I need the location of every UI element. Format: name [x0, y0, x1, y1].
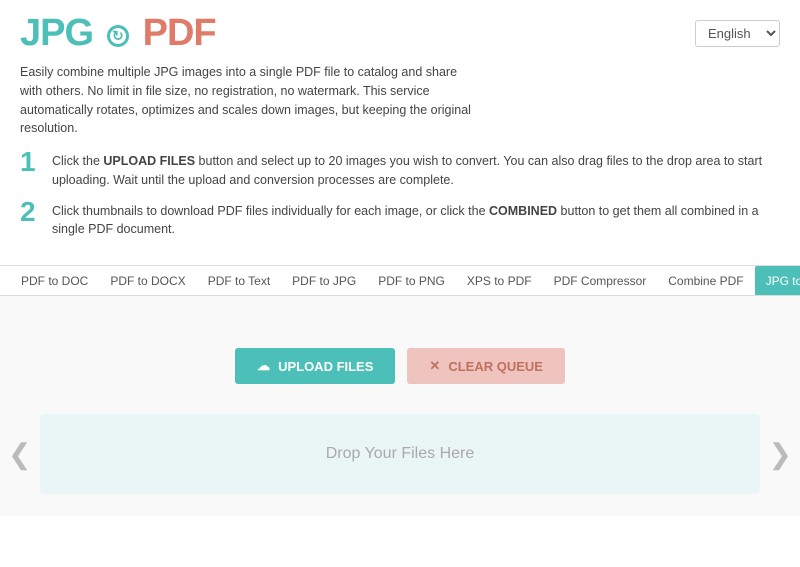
- step-2-number: 2: [20, 198, 40, 226]
- step-2: 2 Click thumbnails to download PDF files…: [20, 198, 780, 240]
- logo: JPG PDF: [20, 12, 216, 55]
- drop-zone-wrapper: ❮ Drop Your Files Here ❯: [40, 414, 760, 494]
- upload-label: UPLOAD FILES: [278, 359, 373, 374]
- logo-to: [97, 20, 139, 52]
- step-1-number: 1: [20, 148, 40, 176]
- tab-jpg-to-pdf[interactable]: JPG to PDF: [755, 266, 800, 295]
- header: JPG PDF English Spanish French German: [0, 0, 800, 63]
- description-text: Easily combine multiple JPG images into …: [20, 65, 471, 135]
- tab-combine-pdf[interactable]: Combine PDF: [657, 266, 754, 295]
- tab-xps-to-pdf[interactable]: XPS to PDF: [456, 266, 543, 295]
- convert-icon: [107, 25, 129, 47]
- clear-queue-button[interactable]: ✕ CLEAR QUEUE: [407, 348, 565, 384]
- tab-pdf-compressor[interactable]: PDF Compressor: [543, 266, 658, 295]
- description: Easily combine multiple JPG images into …: [0, 63, 500, 148]
- scroll-left-arrow[interactable]: ❮: [8, 438, 31, 471]
- step-2-text: Click thumbnails to download PDF files i…: [52, 198, 780, 240]
- upload-icon: ☁: [257, 358, 270, 374]
- steps: 1 Click the UPLOAD FILES button and sele…: [0, 148, 800, 257]
- step-1: 1 Click the UPLOAD FILES button and sele…: [20, 148, 780, 190]
- drop-zone-text: Drop Your Files Here: [326, 445, 475, 463]
- tabs-bar: PDF to DOC PDF to DOCX PDF to Text PDF t…: [0, 265, 800, 296]
- tab-pdf-to-doc[interactable]: PDF to DOC: [10, 266, 99, 295]
- tab-pdf-to-text[interactable]: PDF to Text: [197, 266, 281, 295]
- step-1-bold: UPLOAD FILES: [103, 154, 195, 168]
- tab-pdf-to-jpg[interactable]: PDF to JPG: [281, 266, 367, 295]
- step-1-text: Click the UPLOAD FILES button and select…: [52, 148, 780, 190]
- main-area: ☁ UPLOAD FILES ✕ CLEAR QUEUE ❮ Drop Your…: [0, 296, 800, 516]
- logo-pdf: PDF: [143, 12, 216, 55]
- clear-label: CLEAR QUEUE: [448, 359, 543, 374]
- step-2-bold: COMBINED: [489, 204, 557, 218]
- logo-jpg: JPG: [20, 12, 93, 55]
- buttons-row: ☁ UPLOAD FILES ✕ CLEAR QUEUE: [235, 348, 565, 384]
- language-select[interactable]: English Spanish French German: [695, 20, 780, 47]
- tab-pdf-to-docx[interactable]: PDF to DOCX: [99, 266, 196, 295]
- scroll-right-arrow[interactable]: ❯: [769, 438, 792, 471]
- clear-icon: ✕: [429, 358, 440, 374]
- drop-zone[interactable]: Drop Your Files Here: [40, 414, 760, 494]
- tab-pdf-to-png[interactable]: PDF to PNG: [367, 266, 456, 295]
- page: JPG PDF English Spanish French German Ea…: [0, 0, 800, 567]
- upload-files-button[interactable]: ☁ UPLOAD FILES: [235, 348, 395, 384]
